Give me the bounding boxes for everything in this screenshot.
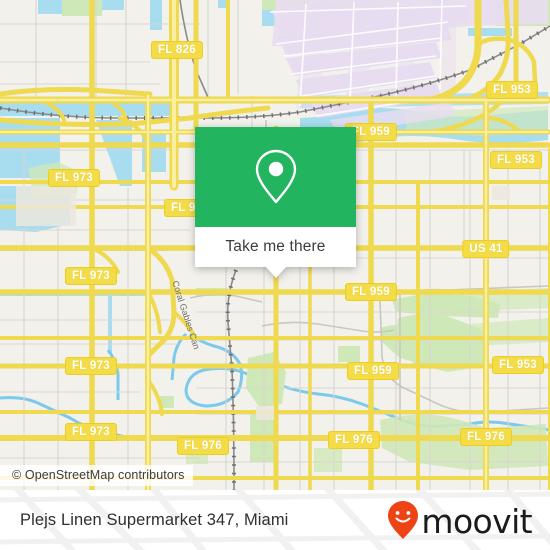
footer-bar: Plejs Linen Supermarket 347, Miami moovi… — [0, 490, 550, 550]
road-shield-fl976[interactable]: FL 976 — [327, 431, 381, 449]
road-shield-fl953[interactable]: FL 953 — [485, 81, 539, 99]
road-shield-fl959[interactable]: FL 959 — [346, 362, 400, 380]
road-shield-fl973[interactable]: FL 973 — [64, 267, 118, 285]
moovit-smiley-pin-icon — [387, 500, 419, 540]
place-title: Plejs Linen Supermarket 347, Miami — [20, 510, 289, 529]
road-shield-fl973[interactable]: FL 973 — [64, 357, 118, 375]
road-shield-fl953[interactable]: FL 953 — [491, 356, 545, 374]
moovit-wordmark: moovit — [421, 501, 532, 541]
map-screen: FL 826 FL 953 FL 953 FL 959 FL 973 FL 97… — [0, 0, 550, 550]
popup-image — [195, 127, 356, 227]
road-shield-us41[interactable]: US 41 — [462, 240, 510, 258]
road-shield-fl973[interactable]: FL 973 — [47, 169, 101, 187]
moovit-logo[interactable]: moovit — [387, 490, 533, 550]
take-me-there-button[interactable]: Take me there — [195, 227, 356, 267]
map-canvas[interactable]: FL 826 FL 953 FL 953 FL 959 FL 973 FL 97… — [0, 0, 550, 490]
map-pin-icon — [253, 148, 299, 206]
road-shield-fl976[interactable]: FL 976 — [459, 428, 513, 446]
take-me-there-label: Take me there — [225, 238, 326, 255]
place-popup-card[interactable]: Take me there — [195, 127, 356, 278]
road-shield-fl959[interactable]: FL 959 — [344, 283, 398, 301]
road-shield-fl953[interactable]: FL 953 — [489, 151, 543, 169]
road-shield-fl973[interactable]: FL 973 — [64, 423, 118, 441]
road-shield-fl976[interactable]: FL 976 — [176, 437, 230, 455]
map-attribution[interactable]: © OpenStreetMap contributors — [0, 465, 193, 486]
road-shield-fl826[interactable]: FL 826 — [150, 41, 204, 59]
popup-pointer — [265, 267, 286, 278]
